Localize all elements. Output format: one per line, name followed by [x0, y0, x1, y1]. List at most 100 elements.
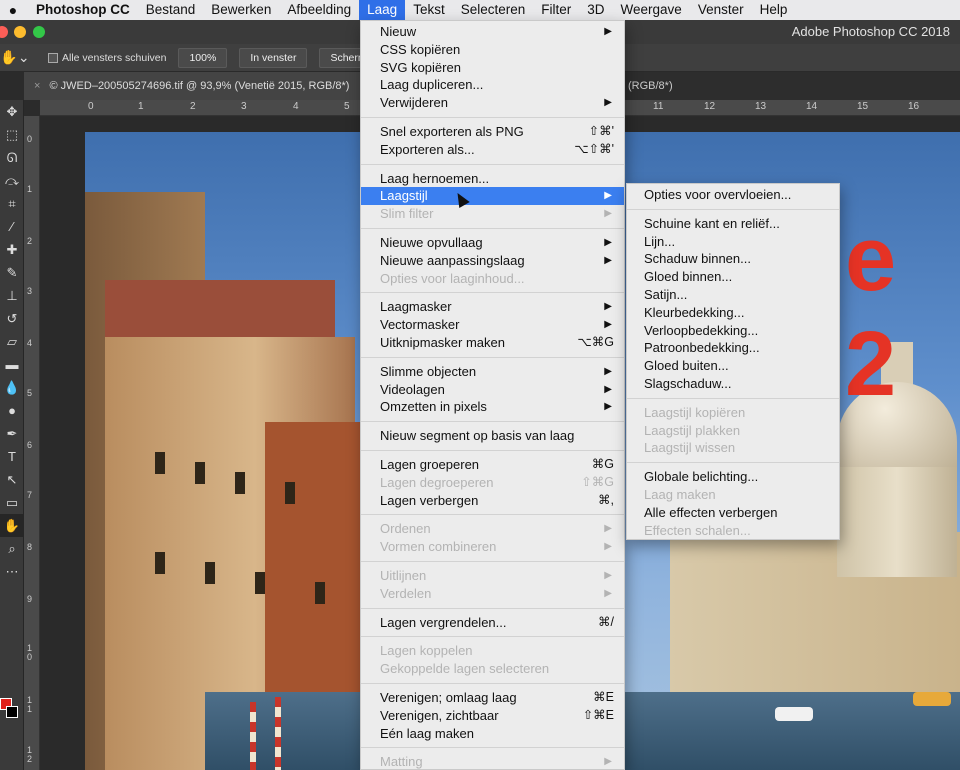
menu-help[interactable]: Help: [752, 0, 796, 20]
hand-tool-preset-icon[interactable]: ✋⌄: [0, 49, 30, 66]
fit-window-button[interactable]: In venster: [239, 47, 308, 68]
menu-item-svg-kopi-ren[interactable]: SVG kopiëren: [361, 59, 624, 77]
menu-item-satijn[interactable]: Satijn...: [627, 286, 839, 304]
menu-item-verloopbedekking[interactable]: Verloopbedekking...: [627, 322, 839, 340]
menu-item-label: Verwijderen: [380, 95, 448, 111]
scroll-all-windows-checkbox[interactable]: [48, 52, 58, 63]
menu-item-verdelen: Verdelen ▶: [361, 585, 624, 603]
menu-item-label: Opties voor laaginhoud...: [380, 270, 525, 286]
menu-weergave[interactable]: Weergave: [613, 0, 690, 20]
zoom-tool-icon[interactable]: ⌕: [0, 537, 24, 560]
close-window-button[interactable]: [0, 26, 8, 38]
brush-tool-icon[interactable]: ✎: [0, 261, 24, 284]
menu-item-opties-voor-overvloeien[interactable]: Opties voor overvloeien...: [627, 186, 839, 204]
healing-brush-tool-icon[interactable]: ✚: [0, 238, 24, 261]
menu-item-label: Satijn...: [644, 286, 688, 302]
menu-item-laag-hernoemen[interactable]: Laag hernoemen...: [361, 170, 624, 188]
more-tools-icon[interactable]: ⋯: [0, 560, 24, 583]
menu-item-label: Vormen combineren: [380, 539, 497, 555]
menu-item-lijn[interactable]: Lijn...: [627, 233, 839, 251]
menu-item-nieuwe-aanpassingslaag[interactable]: Nieuwe aanpassingslaag ▶: [361, 252, 624, 270]
menu-item-patroonbedekking[interactable]: Patroonbedekking...: [627, 339, 839, 357]
menu-item-slagschaduw[interactable]: Slagschaduw...: [627, 375, 839, 393]
ruler-label: 14: [806, 101, 818, 112]
document-tab[interactable]: × © JWED–200505274696.tif @ 93,9% (Venet…: [24, 72, 364, 100]
pen-tool-icon[interactable]: ✒: [0, 422, 24, 445]
menu-item-globale-belichting[interactable]: Globale belichting...: [627, 468, 839, 486]
boat: [775, 707, 813, 721]
menu-item-label: Lagen vergrendelen...: [380, 614, 507, 630]
ruler-label: 2: [27, 236, 33, 246]
menu-item-label: Laagstijl: [380, 188, 428, 204]
path-select-tool-icon[interactable]: ↖: [0, 468, 24, 491]
menu-separator: [361, 292, 624, 294]
menu-item-kleurbedekking[interactable]: Kleurbedekking...: [627, 304, 839, 322]
menu-laag[interactable]: Laag: [359, 0, 406, 20]
menu-item-snel-exporteren-als-png[interactable]: Snel exporteren als PNG ⇧⌘': [361, 123, 624, 141]
crop-tool-icon[interactable]: ⌗: [0, 192, 24, 215]
menu-item-schaduw-binnen[interactable]: Schaduw binnen...: [627, 250, 839, 268]
menu-app-name[interactable]: Photoshop CC: [26, 0, 138, 20]
menu-item-schuine-kant-en-reli-f[interactable]: Schuine kant en reliëf...: [627, 215, 839, 233]
minimize-window-button[interactable]: [14, 26, 26, 38]
zoom-100-button[interactable]: 100%: [178, 47, 228, 68]
move-tool-icon[interactable]: ✥: [0, 100, 24, 123]
blur-tool-icon[interactable]: 💧: [0, 376, 24, 399]
menu-item-laagstijl-plakken: Laagstijl plakken: [627, 422, 839, 440]
history-brush-tool-icon[interactable]: ↺: [0, 307, 24, 330]
tab-close-icon[interactable]: ×: [34, 80, 40, 92]
menu-item-verenigen-omlaag-laag[interactable]: Verenigen; omlaag laag ⌘E: [361, 689, 624, 707]
menu-afbeelding[interactable]: Afbeelding: [279, 0, 359, 20]
marquee-tool-icon[interactable]: ⬚: [0, 123, 24, 146]
eyedropper-tool-icon[interactable]: ⁄: [0, 215, 24, 238]
type-tool-icon[interactable]: T: [0, 445, 24, 468]
vertical-ruler[interactable]: 0 1 2 3 4 5 6 7 8 9 1 0 1 1 1 2: [24, 116, 40, 770]
menu-item-uitknipmasker-maken[interactable]: Uitknipmasker maken ⌥⌘G: [361, 334, 624, 352]
menu-tekst[interactable]: Tekst: [405, 0, 453, 20]
dodge-tool-icon[interactable]: ●: [0, 399, 24, 422]
menu-item-videolagen[interactable]: Videolagen ▶: [361, 381, 624, 399]
eraser-tool-icon[interactable]: ▱: [0, 330, 24, 353]
menu-item-nieuwe-opvullaag[interactable]: Nieuwe opvullaag ▶: [361, 234, 624, 252]
menu-bestand[interactable]: Bestand: [138, 0, 204, 20]
background-color-swatch[interactable]: [6, 706, 18, 718]
menu-item-nieuw[interactable]: Nieuw ▶: [361, 23, 624, 41]
quick-select-tool-icon[interactable]: ⤼: [0, 169, 24, 192]
menu-filter[interactable]: Filter: [533, 0, 579, 20]
menu-item-exporteren-als[interactable]: Exporteren als... ⌥⇧⌘': [361, 141, 624, 159]
menu-item-gloed-buiten[interactable]: Gloed buiten...: [627, 357, 839, 375]
zoom-window-button[interactable]: [33, 26, 45, 38]
menu-item-vectormasker[interactable]: Vectormasker ▶: [361, 316, 624, 334]
menu-item-gloed-binnen[interactable]: Gloed binnen...: [627, 268, 839, 286]
submenu-arrow-icon: ▶: [604, 587, 612, 599]
stamp-tool-icon[interactable]: ⊥: [0, 284, 24, 307]
menu-item-lagen-verbergen[interactable]: Lagen verbergen ⌘,: [361, 492, 624, 510]
menu-item-lagen-groeperen[interactable]: Lagen groeperen ⌘G: [361, 456, 624, 474]
menu-item-slimme-objecten[interactable]: Slimme objecten ▶: [361, 363, 624, 381]
shape-tool-icon[interactable]: ▭: [0, 491, 24, 514]
hand-tool-icon[interactable]: ✋: [0, 514, 24, 537]
menu-item-label: Laagstijl kopiëren: [644, 404, 746, 420]
ruler-label: 1 0: [27, 643, 33, 662]
menu-item-laagstijl[interactable]: Laagstijl ▶: [361, 187, 624, 206]
menu-item-omzetten-in-pixels[interactable]: Omzetten in pixels ▶: [361, 398, 624, 416]
scroll-all-windows-option[interactable]: Alle vensters schuiven: [48, 52, 166, 64]
menu-item-css-kopi-ren[interactable]: CSS kopiëren: [361, 41, 624, 59]
menu-item-laagmasker[interactable]: Laagmasker ▶: [361, 298, 624, 316]
menu-item-e-n-laag-maken[interactable]: Eén laag maken: [361, 725, 624, 743]
gradient-tool-icon[interactable]: ▬: [0, 353, 24, 376]
submenu-arrow-icon: ▶: [604, 254, 612, 266]
menu-selecteren[interactable]: Selecteren: [453, 0, 534, 20]
menu-item-verenigen-zichtbaar[interactable]: Verenigen, zichtbaar ⇧⌘E: [361, 707, 624, 725]
menu-item-lagen-vergrendelen[interactable]: Lagen vergrendelen... ⌘/: [361, 614, 624, 632]
menu-venster[interactable]: Venster: [690, 0, 752, 20]
menu-bewerken[interactable]: Bewerken: [203, 0, 279, 20]
menu-item-nieuw-segment-op-basis-van-laag[interactable]: Nieuw segment op basis van laag: [361, 427, 624, 445]
menu-item-laag-dupliceren[interactable]: Laag dupliceren...: [361, 76, 624, 94]
mooring-pole: [250, 702, 256, 770]
menu-item-alle-effecten-verbergen[interactable]: Alle effecten verbergen: [627, 504, 839, 522]
lasso-tool-icon[interactable]: ᘏ: [0, 146, 24, 169]
menu-3d[interactable]: 3D: [579, 0, 612, 20]
menu-item-verwijderen[interactable]: Verwijderen ▶: [361, 94, 624, 112]
apple-icon[interactable]: ●: [0, 2, 26, 18]
